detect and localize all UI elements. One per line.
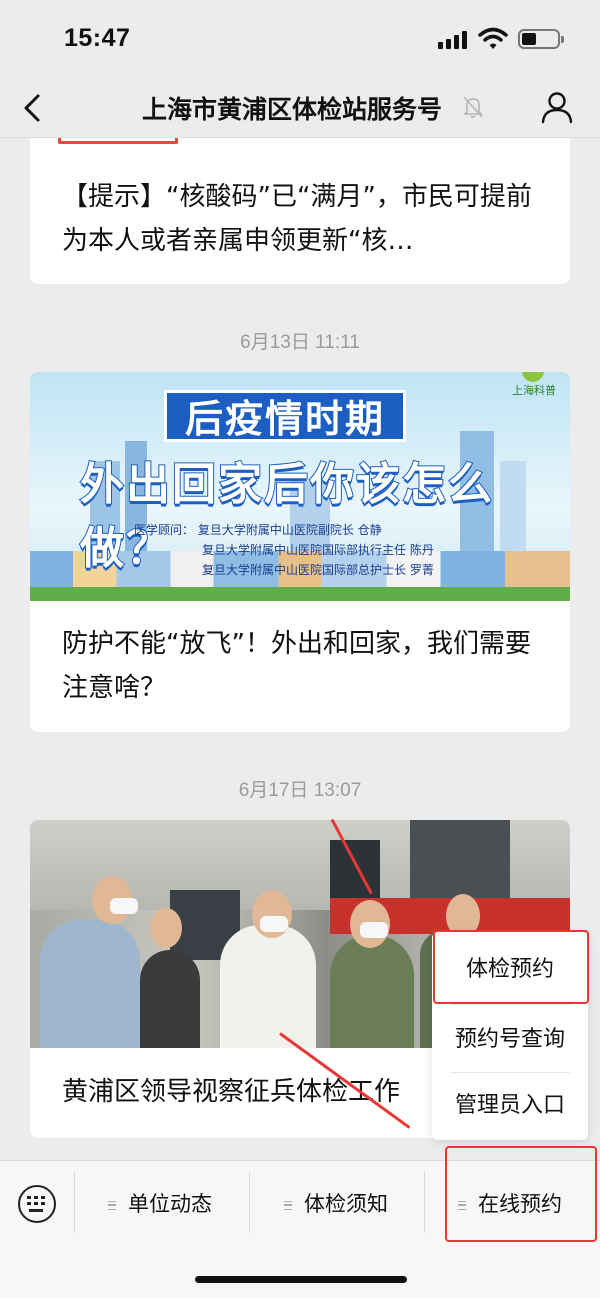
nav-bar: 上海市黄浦区体检站服务号 [0, 80, 600, 138]
user-profile-icon[interactable] [540, 90, 574, 124]
message-timestamp: 6月13日 11:11 [240, 332, 360, 353]
banner-credit-line: 复旦大学附属中山医院国际部执行主任 陈丹 [202, 543, 434, 557]
article-card[interactable]: 上海科普 后疫情时期 外出回家后你该怎么做？ 医学顾问： 复旦大学附属中山医院副… [30, 372, 570, 732]
menu-tab-unit-news[interactable]: 单位动态 [108, 1179, 212, 1229]
menu-item-booking-number-query[interactable]: 预约号查询 [432, 1006, 588, 1074]
annotation-highlight-box [445, 1146, 597, 1242]
back-arrow-icon[interactable] [20, 92, 48, 124]
menu-item-admin-entry[interactable]: 管理员入口 [432, 1072, 588, 1140]
menu-list-icon [284, 1200, 292, 1210]
battery-icon [518, 29, 564, 49]
status-bar: 15:47 [0, 0, 600, 80]
banner-title: 后疫情时期 [164, 390, 407, 442]
home-indicator[interactable] [195, 1276, 407, 1283]
status-time: 15:47 [64, 24, 131, 52]
annotation-highlight-box [433, 930, 589, 1004]
signal-icon [438, 31, 468, 49]
banner-credit-line: 复旦大学附属中山医院国际部总护士长 罗菁 [202, 563, 434, 577]
mute-bell-icon [463, 96, 483, 118]
banner-credits: 医学顾问： 复旦大学附属中山医院副院长 仓静 复旦大学附属中山医院国际部执行主任… [134, 520, 434, 580]
article-title: 【提示】“核酸码”已“满月”，市民可提前为本人或者亲属申领更新“核… [62, 182, 532, 256]
keyboard-icon[interactable] [18, 1185, 56, 1223]
menu-tab-label: 单位动态 [128, 1192, 212, 1216]
menu-tab-label: 体检须知 [304, 1192, 388, 1216]
page-title: 上海市黄浦区体检站服务号 [142, 95, 443, 124]
article-cover-image: 上海科普 后疫情时期 外出回家后你该怎么做？ 医学顾问： 复旦大学附属中山医院副… [30, 372, 570, 601]
article-title: 防护不能“放飞”！外出和回家，我们需要注意啥？ [62, 629, 531, 703]
wifi-icon [478, 27, 508, 49]
message-timestamp: 6月17日 13:07 [238, 780, 362, 801]
banner-credit-line: 医学顾问： 复旦大学附属中山医院副院长 仓静 [134, 523, 382, 537]
article-card[interactable]: 【提示】“核酸码”已“满月”，市民可提前为本人或者亲属申领更新“核… [30, 138, 570, 284]
menu-list-icon [108, 1200, 116, 1210]
article-tag-highlight [58, 138, 178, 144]
menu-tab-exam-notice[interactable]: 体检须知 [284, 1179, 388, 1229]
banner-brand: 上海科普 [512, 384, 556, 397]
